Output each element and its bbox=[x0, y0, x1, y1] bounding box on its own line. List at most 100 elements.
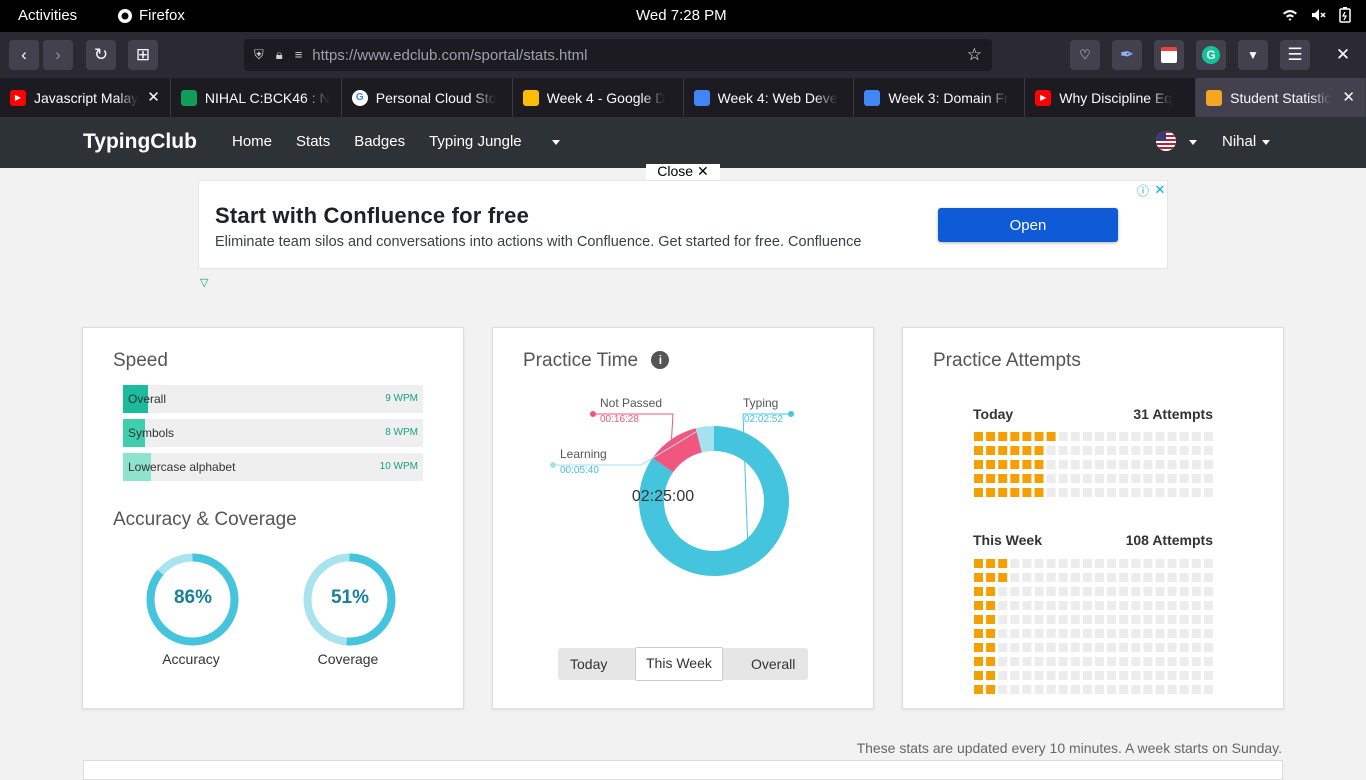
nav-stats[interactable]: Stats bbox=[296, 133, 330, 150]
nav-typing-jungle-label: Typing Jungle bbox=[429, 133, 522, 150]
attempt-cell bbox=[1082, 643, 1092, 652]
address-bar[interactable]: ⛨ 🔒︎ ≡ https://www.edclub.com/sportal/st… bbox=[244, 39, 992, 71]
extension-pen-button[interactable]: ✒ bbox=[1112, 40, 1142, 70]
attempt-cell bbox=[1095, 587, 1104, 596]
tab-title: Student Statistic bbox=[1230, 89, 1332, 106]
lock-icon[interactable]: 🔒︎ bbox=[276, 47, 283, 63]
tab-close-icon[interactable]: ✕ bbox=[147, 88, 160, 106]
ad-info-icon[interactable]: ⓘ bbox=[1135, 182, 1151, 198]
attempt-cell bbox=[974, 474, 983, 483]
ad-open-button[interactable]: Open bbox=[938, 208, 1118, 242]
attempt-cell bbox=[1022, 460, 1032, 469]
extension-calendar-button[interactable] bbox=[1154, 40, 1184, 70]
attempt-cell bbox=[1022, 601, 1032, 610]
attempt-cell bbox=[1070, 559, 1080, 568]
language-caret-icon[interactable] bbox=[1189, 140, 1197, 145]
grammarly-button[interactable]: G bbox=[1196, 40, 1226, 70]
new-tab-button[interactable]: ⊞ bbox=[128, 40, 158, 70]
attempt-cell bbox=[1058, 474, 1068, 483]
attempt-cell bbox=[1022, 446, 1032, 455]
browser-tab[interactable]: ▶ Javascript Malay ✕ bbox=[0, 78, 171, 117]
attempt-cell bbox=[1119, 657, 1129, 666]
attempt-cell bbox=[1022, 432, 1032, 441]
attempt-cell bbox=[1107, 601, 1117, 610]
ad-close-button[interactable]: Close ✕ bbox=[646, 164, 720, 180]
attempt-cell bbox=[1034, 643, 1044, 652]
ad-description: Eliminate team silos and conversations i… bbox=[215, 234, 862, 250]
attempt-cell bbox=[1179, 432, 1189, 441]
speed-row-label: Overall bbox=[128, 392, 167, 406]
attempt-cell bbox=[1143, 657, 1153, 666]
attempt-cell bbox=[1203, 559, 1213, 568]
attempt-cell bbox=[1179, 474, 1189, 483]
attempt-cell bbox=[1119, 601, 1129, 610]
tab-title: Week 3: Domain Fr bbox=[888, 89, 1009, 106]
attempt-cell bbox=[1022, 615, 1032, 624]
attempt-cell bbox=[1131, 671, 1141, 680]
attempt-cell bbox=[1082, 685, 1092, 694]
attempt-cell bbox=[1167, 643, 1177, 652]
attempt-cell bbox=[1107, 615, 1117, 624]
attempt-cell bbox=[1082, 432, 1092, 441]
attempt-cell bbox=[1095, 615, 1104, 624]
browser-tab[interactable]: Week 3: Domain Fr bbox=[854, 78, 1026, 117]
browser-tab[interactable]: G Personal Cloud Sto bbox=[342, 78, 513, 117]
attempt-cell bbox=[1010, 671, 1020, 680]
bookmark-star-icon[interactable]: ☆ bbox=[967, 45, 982, 65]
list-all-tabs-button[interactable]: ▼ bbox=[1238, 40, 1268, 70]
url-text[interactable]: https://www.edclub.com/sportal/stats.htm… bbox=[312, 47, 587, 64]
attempt-cell bbox=[998, 573, 1008, 582]
plus-icon: ⊞ bbox=[135, 45, 151, 64]
practice-attempts-title: Practice Attempts bbox=[933, 350, 1081, 371]
range-this-week[interactable]: This Week bbox=[635, 647, 723, 681]
attempt-cell bbox=[974, 601, 983, 610]
forward-button[interactable]: › bbox=[43, 40, 73, 70]
attempt-cell bbox=[1119, 559, 1129, 568]
caret-down-icon bbox=[1262, 139, 1271, 145]
attempt-cell bbox=[1010, 615, 1020, 624]
ad-title[interactable]: Start with Confluence for free bbox=[215, 203, 529, 229]
attempt-cell bbox=[1155, 432, 1165, 441]
brand-logo[interactable]: TypingClub bbox=[83, 130, 197, 154]
attempt-cell bbox=[1095, 559, 1104, 568]
browser-tab[interactable]: Student Statistic ✕ bbox=[1196, 78, 1366, 117]
reload-button[interactable]: ↻ bbox=[86, 40, 116, 70]
attempt-cell bbox=[1046, 460, 1056, 469]
browser-tab[interactable]: Week 4 - Google D bbox=[513, 78, 684, 117]
ad-banner[interactable]: Start with Confluence for free Eliminate… bbox=[198, 180, 1168, 269]
attempt-cell bbox=[1167, 615, 1177, 624]
app-menu-button[interactable]: ☰ bbox=[1280, 40, 1310, 70]
attempt-cell bbox=[1143, 446, 1153, 455]
activities-button[interactable]: Activities bbox=[18, 7, 77, 24]
attempt-cell bbox=[1107, 559, 1117, 568]
user-menu[interactable]: Nihal bbox=[1222, 133, 1271, 150]
us-flag-icon[interactable] bbox=[1156, 131, 1176, 151]
pocket-button[interactable]: ♡ bbox=[1070, 40, 1100, 70]
clock[interactable]: Wed 7:28 PM bbox=[636, 7, 727, 24]
attempt-cell bbox=[1034, 573, 1044, 582]
attempt-cell bbox=[1203, 446, 1213, 455]
attempt-cell bbox=[1070, 601, 1080, 610]
learning-legend-time: 00:05:40 bbox=[560, 465, 599, 476]
back-button[interactable]: ‹ bbox=[9, 40, 39, 70]
chevron-down-icon: ▼ bbox=[1247, 48, 1259, 62]
tracking-shield-icon[interactable]: ⛨ bbox=[254, 47, 264, 63]
ad-choices-icon[interactable]: ▽ bbox=[200, 276, 208, 289]
browser-tab[interactable]: Week 4: Web Deve bbox=[684, 78, 855, 117]
tab-close-icon[interactable]: ✕ bbox=[1342, 88, 1355, 106]
browser-tab[interactable]: NIHAL C:BCK46 : N bbox=[171, 78, 342, 117]
browser-tab[interactable]: ▶ Why Discipline Eq bbox=[1025, 78, 1197, 117]
permissions-icon[interactable]: ≡ bbox=[295, 47, 303, 63]
nav-typing-jungle[interactable]: Typing Jungle bbox=[429, 133, 584, 150]
nav-badges[interactable]: Badges bbox=[354, 133, 405, 150]
attempt-cell bbox=[1119, 488, 1129, 497]
close-window-button[interactable]: ✕ bbox=[1328, 40, 1358, 70]
attempt-cell bbox=[1034, 559, 1044, 568]
attempt-cell bbox=[1070, 488, 1080, 497]
range-overall[interactable]: Overall bbox=[751, 656, 795, 672]
nav-home[interactable]: Home bbox=[232, 133, 272, 150]
ad-dismiss-icon[interactable]: ✕ bbox=[1152, 182, 1168, 197]
system-tray[interactable] bbox=[1282, 7, 1352, 27]
range-today[interactable]: Today bbox=[570, 656, 607, 672]
app-menu[interactable]: Firefox bbox=[117, 7, 185, 24]
